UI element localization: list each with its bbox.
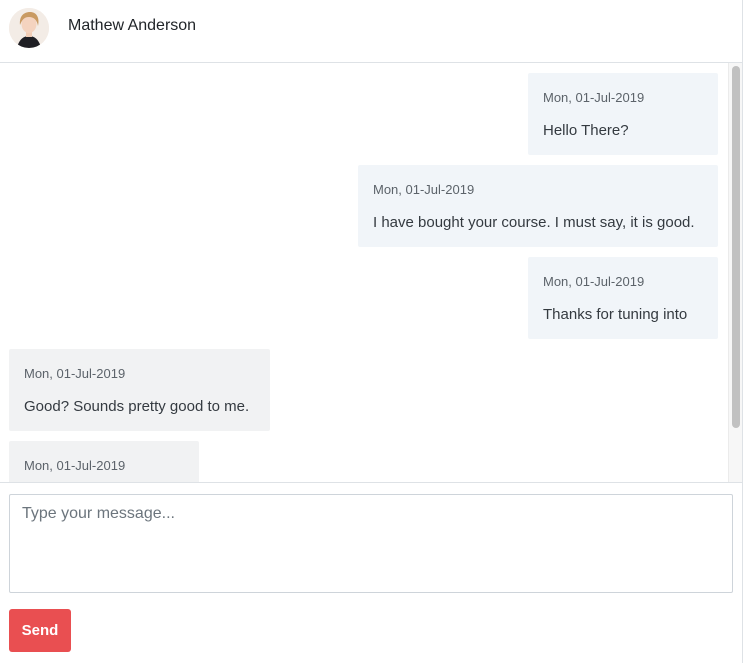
message-timestamp: Mon, 01-Jul-2019 — [24, 366, 126, 381]
message-text: I have bought your course. I must say, i… — [373, 214, 695, 231]
message-bubble-incoming: Mon, 01-Jul-2019 Good? Sounds pretty goo… — [9, 349, 270, 431]
send-button[interactable]: Send — [9, 609, 71, 652]
message-bubble-incoming: Mon, 01-Jul-2019 — [9, 441, 199, 482]
message-composer: Send — [0, 482, 742, 664]
message-timestamp: Mon, 01-Jul-2019 — [24, 458, 126, 473]
message-scrollbar[interactable] — [728, 63, 743, 482]
scrollbar-thumb[interactable] — [732, 66, 740, 428]
message-bubble-outgoing: Mon, 01-Jul-2019 Thanks for tuning into — [528, 257, 718, 339]
panel-border — [742, 0, 743, 663]
avatar[interactable] — [9, 8, 49, 48]
message-timestamp: Mon, 01-Jul-2019 — [373, 182, 475, 197]
chat-header: Mathew Anderson — [0, 0, 742, 63]
message-timestamp: Mon, 01-Jul-2019 — [543, 90, 645, 105]
avatar-photo-icon — [9, 8, 49, 48]
message-text: Good? Sounds pretty good to me. — [24, 398, 250, 415]
message-text: Thanks for tuning into — [543, 306, 688, 323]
message-text: Hello There? — [543, 122, 629, 139]
message-input[interactable] — [9, 494, 733, 593]
message-bubble-outgoing: Mon, 01-Jul-2019 I have bought your cour… — [358, 165, 718, 247]
contact-name: Mathew Anderson — [68, 17, 197, 34]
message-timestamp: Mon, 01-Jul-2019 — [543, 274, 645, 289]
message-thread[interactable]: Mon, 01-Jul-2019 Hello There? Mon, 01-Ju… — [0, 63, 742, 482]
message-bubble-outgoing: Mon, 01-Jul-2019 Hello There? — [528, 73, 718, 155]
